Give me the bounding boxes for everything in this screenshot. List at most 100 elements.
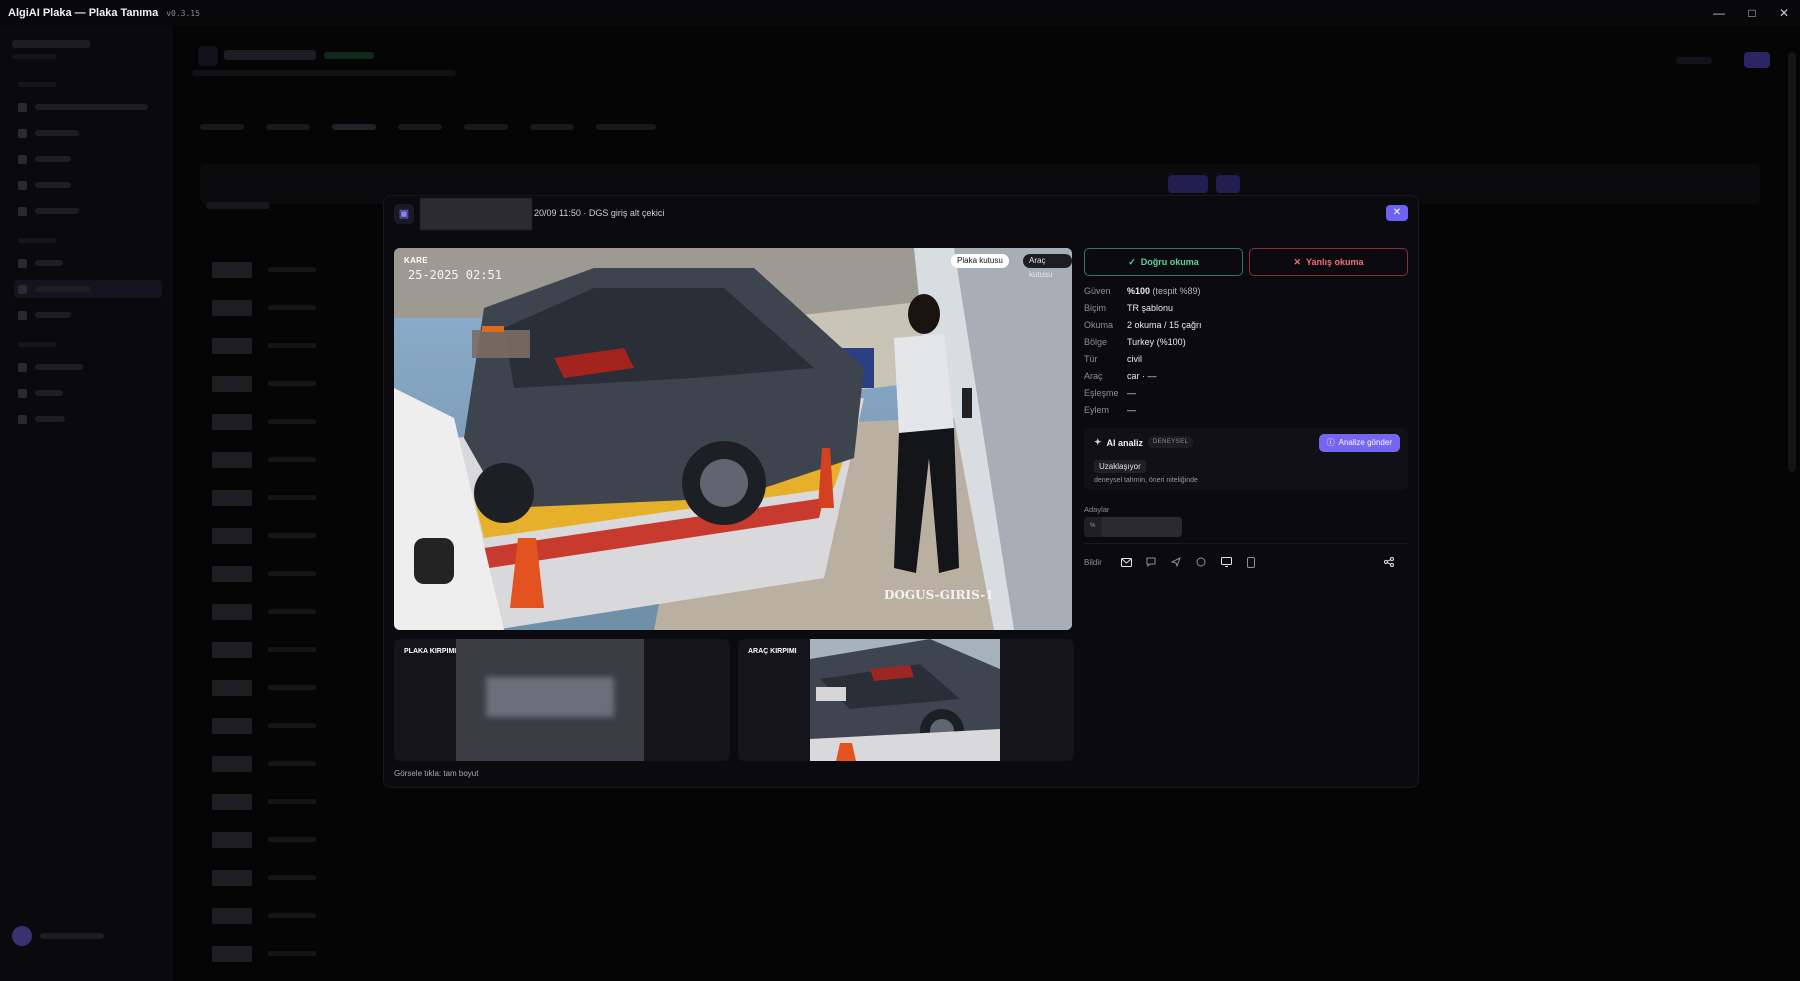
tab[interactable] (398, 124, 442, 130)
filter-apply-button[interactable] (1168, 175, 1208, 193)
detail-row-type: Tür civil (1084, 354, 1404, 368)
sidebar-item[interactable] (18, 410, 148, 428)
vehicle-crop-label: ARAÇ KIRPIMI (748, 648, 797, 655)
notify-label: Bildir (1084, 557, 1102, 567)
sidebar-brand-sub (12, 54, 56, 59)
redacted-candidate (1102, 517, 1182, 537)
x-icon: ✕ (1293, 256, 1301, 267)
tab[interactable] (464, 124, 508, 130)
sidebar-item[interactable] (18, 150, 148, 168)
scrollbar[interactable] (1788, 52, 1796, 472)
frame-image[interactable]: KARE 25-2025 02:51 DOGUS-GIRIS-1 Plaka k… (394, 248, 1072, 630)
ai-title: ✦ AI analiz (1094, 437, 1143, 448)
table-row[interactable] (212, 900, 1712, 930)
ai-analysis-box: ✦ AI analiz DENEYSEL ⓘ Analize gönder Uz… (1084, 428, 1408, 490)
table-row[interactable] (212, 786, 1712, 816)
scan-icon: ▣ (394, 204, 414, 224)
detail-value: car · — (1127, 371, 1157, 381)
send-to-analysis-button[interactable]: ⓘ Analize gönder (1318, 434, 1400, 452)
title-bar: AlgiAI Plaka — Plaka Tanıma v0.3.15 — □ … (0, 0, 1800, 26)
sidebar (0, 26, 172, 981)
frame-label: KARE (404, 256, 428, 265)
frame-timestamp: 25-2025 02:51 (408, 268, 502, 282)
confidence-value: %100 (1127, 286, 1151, 296)
send-icon[interactable] (1168, 554, 1184, 570)
share-icon[interactable] (1381, 554, 1397, 570)
sidebar-item[interactable] (18, 202, 148, 220)
user-row[interactable] (12, 926, 104, 946)
table-row[interactable] (212, 824, 1712, 854)
detail-key: Eşleşme (1084, 388, 1119, 398)
vehicle-crop-image (810, 639, 1000, 761)
header-button[interactable] (1744, 52, 1770, 68)
close-window-icon[interactable]: ✕ (1773, 4, 1795, 22)
sidebar-group (18, 342, 56, 347)
detail-value: — (1127, 388, 1136, 398)
info-icon: ⓘ (1326, 438, 1335, 447)
detail-value: — (1127, 405, 1136, 415)
tab-bar (200, 124, 656, 130)
monitor-icon[interactable] (1218, 554, 1234, 570)
ai-note: deneysel tahmin, öneri niteliğinde (1094, 477, 1198, 484)
ai-title-text: AI analiz (1106, 437, 1144, 448)
sidebar-item[interactable] (18, 254, 148, 272)
sidebar-item[interactable] (18, 384, 148, 402)
detection-value: (tespit %89) (1150, 286, 1201, 296)
send-to-analysis-label: Analize gönder (1338, 438, 1392, 447)
candidate-percent: % (1090, 523, 1096, 529)
whatsapp-icon[interactable] (1193, 554, 1209, 570)
filter-button[interactable] (1216, 175, 1240, 193)
detail-key: Tür (1084, 354, 1098, 364)
check-icon: ✓ (1128, 256, 1136, 267)
plate-box-toggle[interactable]: Plaka kutusu (951, 254, 1009, 268)
detail-value: civil (1127, 354, 1142, 364)
table-row[interactable] (212, 862, 1712, 892)
sidebar-item[interactable] (18, 124, 148, 142)
phone-icon[interactable] (1243, 554, 1259, 570)
detail-key: Güven (1084, 286, 1111, 296)
sidebar-item[interactable] (18, 176, 148, 194)
detail-row-match: Eşleşme — (1084, 388, 1404, 402)
camera-overlay: DOGUS-GIRIS-1 (884, 588, 994, 602)
detail-row-region: Bölge Turkey (%100) (1084, 337, 1404, 351)
vehicle-crop[interactable]: ARAÇ KIRPIMI (738, 639, 1074, 761)
detail-row-format: Biçim TR şablonu (1084, 303, 1404, 317)
tab[interactable] (530, 124, 574, 130)
detail-row-confidence: Güven %100 (tespit %89) (1084, 286, 1404, 300)
plate-crop-image (456, 639, 644, 761)
mail-icon[interactable] (1118, 554, 1134, 570)
sidebar-item-active[interactable] (14, 280, 162, 298)
detection-modal: ▣ 20/09 11:50 · DGS giriş alt çekici ✕ K… (383, 195, 1419, 788)
detail-key: Araç (1084, 371, 1103, 381)
detail-value: TR şablonu (1127, 303, 1174, 313)
chat-icon[interactable] (1143, 554, 1159, 570)
detail-value: 2 okuma / 15 çağrı (1127, 320, 1202, 330)
detail-value: Turkey (%100) (1127, 337, 1186, 347)
divider (1084, 543, 1408, 544)
plate-crop[interactable]: PLAKA KIRPIMI (394, 639, 730, 761)
minimize-icon[interactable]: — (1708, 4, 1730, 22)
table-row[interactable] (212, 938, 1712, 968)
sidebar-item[interactable] (18, 358, 148, 376)
experimental-badge: DENEYSEL (1148, 436, 1194, 448)
candidate-chip[interactable]: % (1084, 517, 1182, 537)
wrong-reading-button[interactable]: ✕ Yanlış okuma (1249, 248, 1408, 276)
detail-key: Biçim (1084, 303, 1106, 313)
maximize-icon[interactable]: □ (1741, 4, 1763, 22)
page-subtitle (192, 70, 456, 76)
close-modal-button[interactable]: ✕ (1386, 205, 1408, 221)
tab-active[interactable] (332, 124, 376, 130)
detail-row-action: Eylem — (1084, 405, 1404, 419)
header-link[interactable] (1676, 57, 1712, 64)
sidebar-group (18, 82, 56, 87)
app-title: AlgiAI Plaka — Plaka Tanıma (8, 7, 159, 19)
sidebar-item[interactable] (18, 98, 148, 116)
sidebar-item[interactable] (18, 306, 148, 324)
correct-reading-button[interactable]: ✓ Doğru okuma (1084, 248, 1243, 276)
tab[interactable] (200, 124, 244, 130)
modal-header-text: 20/09 11:50 · DGS giriş alt çekici (534, 208, 665, 218)
vehicle-box-toggle[interactable]: Araç kutusu (1023, 254, 1072, 279)
tab[interactable] (596, 124, 656, 130)
tab[interactable] (266, 124, 310, 130)
app-version: v0.3.15 (166, 8, 200, 18)
